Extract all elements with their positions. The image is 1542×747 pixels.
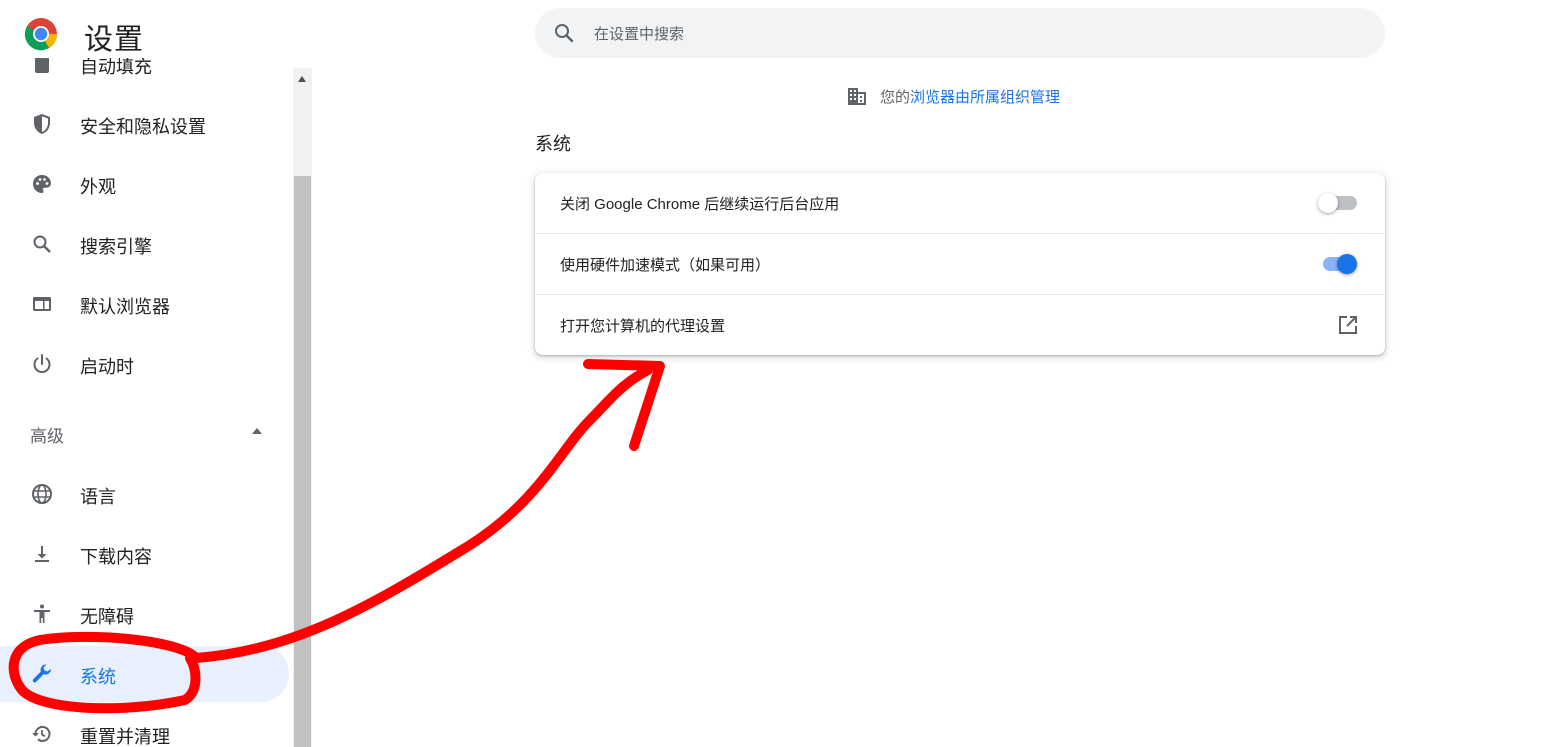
search-input[interactable] [592, 8, 1356, 60]
section-title: 系统 [535, 134, 571, 154]
hardware-acceleration-toggle[interactable] [1320, 254, 1357, 274]
row-label: 关闭 Google Chrome 后继续运行后台应用 [560, 196, 840, 213]
sidebar-item-label: 自动填充 [80, 58, 152, 77]
scroll-up-arrow-icon[interactable] [298, 76, 306, 82]
chevron-up-icon[interactable] [252, 428, 262, 434]
sidebar: 自动填充 安全和隐私设置 外观 搜索引擎 默认浏览器 启动时 高级 语言 下载内… [0, 58, 293, 747]
sidebar-scrollbar[interactable] [293, 68, 312, 747]
sidebar-item-label: 启动时 [80, 357, 134, 377]
chrome-logo-icon [24, 18, 58, 51]
sidebar-item-privacy[interactable]: 安全和隐私设置 [0, 96, 289, 152]
browser-window-icon [33, 297, 51, 311]
scrollbar-thumb[interactable] [294, 176, 311, 747]
proxy-settings-row[interactable]: 打开您计算机的代理设置 [535, 294, 1385, 355]
sidebar-item-label: 搜索引擎 [80, 237, 152, 257]
sidebar-item-system[interactable]: 系统 [0, 646, 289, 702]
hardware-acceleration-row[interactable]: 使用硬件加速模式（如果可用） [535, 233, 1385, 294]
sidebar-item-default-browser[interactable]: 默认浏览器 [0, 276, 289, 332]
sidebar-item-label: 无障碍 [80, 607, 134, 627]
settings-search-box[interactable] [535, 8, 1385, 60]
sidebar-item-label: 系统 [80, 667, 116, 687]
sidebar-item-label: 安全和隐私设置 [80, 117, 206, 137]
globe-icon [32, 484, 52, 504]
page-title: 设置 [84, 24, 145, 56]
power-icon [33, 354, 51, 373]
sidebar-item-label: 下载内容 [80, 547, 152, 567]
managed-by-org-notice: 您的 浏览器由所属组织管理 [846, 85, 1060, 107]
palette-icon [33, 175, 51, 193]
sidebar-item-on-startup[interactable]: 启动时 [0, 336, 289, 392]
sidebar-item-search-engine[interactable]: 搜索引擎 [0, 216, 289, 272]
sidebar-item-label: 外观 [80, 177, 116, 197]
row-label: 打开您计算机的代理设置 [560, 318, 726, 335]
download-icon [35, 546, 49, 562]
sidebar-item-label: 默认浏览器 [80, 297, 170, 317]
advanced-section-header[interactable]: 高级 [30, 422, 64, 447]
managed-prefix: 您的 [880, 88, 911, 106]
background-apps-toggle[interactable] [1318, 193, 1357, 213]
building-icon [848, 88, 866, 105]
open-in-new-icon[interactable] [1337, 314, 1359, 336]
row-label: 使用硬件加速模式（如果可用） [560, 257, 771, 274]
clipboard-icon [35, 58, 49, 73]
sidebar-item-accessibility[interactable]: 无障碍 [0, 586, 289, 642]
managed-policy-link[interactable]: 浏览器由所属组织管理 [910, 86, 1060, 107]
background-apps-row[interactable]: 关闭 Google Chrome 后继续运行后台应用 [535, 173, 1385, 233]
sidebar-item-downloads[interactable]: 下载内容 [0, 526, 289, 582]
system-settings-card: 关闭 Google Chrome 后继续运行后台应用 使用硬件加速模式（如果可用… [535, 173, 1385, 355]
restore-icon [32, 725, 51, 742]
shield-icon [34, 114, 50, 134]
toggle-knob [1337, 254, 1357, 274]
sidebar-item-reset[interactable]: 重置并清理 [0, 706, 289, 747]
sidebar-item-autofill[interactable]: 自动填充 [0, 58, 289, 92]
search-icon [33, 235, 51, 253]
sidebar-item-label: 重置并清理 [80, 727, 170, 747]
accessibility-icon [34, 604, 50, 623]
sidebar-item-label: 语言 [80, 487, 116, 507]
sidebar-item-appearance[interactable]: 外观 [0, 156, 289, 212]
search-icon[interactable] [552, 21, 576, 45]
annotation-arrow-head [583, 359, 665, 451]
sidebar-item-languages[interactable]: 语言 [0, 466, 289, 522]
wrench-icon [32, 664, 52, 683]
toggle-knob [1318, 193, 1338, 213]
